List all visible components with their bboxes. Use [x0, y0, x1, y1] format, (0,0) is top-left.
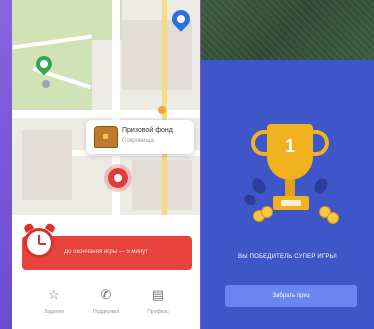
trophy-plate — [281, 200, 301, 206]
map[interactable]: Призовой фонд Сокровища — [12, 0, 200, 215]
map-game-screen: Призовой фонд Сокровища До окончания игр… — [12, 0, 200, 329]
treasure-chest-icon — [94, 126, 118, 148]
nav-label: Задания — [44, 309, 64, 315]
callout-title: Призовой фонд — [122, 127, 173, 134]
bottom-nav: ☆ Задания ✆ Поддержка ▤ Профиль — [12, 280, 200, 329]
poi-marker[interactable] — [158, 106, 166, 114]
winner-screen: 1 ВЫ ПОБЕДИТЕЛЬ СУПЕР ИГРЫ! Забрать приз — [201, 0, 374, 329]
decoration-leaf — [242, 192, 258, 208]
prize-callout[interactable]: Призовой фонд Сокровища — [86, 120, 194, 154]
map-icon: ▤ — [151, 287, 165, 302]
road — [12, 110, 200, 118]
callout-subtitle: Сокровища — [122, 138, 154, 144]
nav-item-tasks[interactable]: ☆ Задания — [34, 286, 74, 315]
phone-icon: ✆ — [100, 287, 112, 302]
nav-item-support[interactable]: ✆ Поддержка — [86, 286, 126, 315]
alarm-clock-icon — [24, 228, 54, 258]
banner-text: До окончания игры — 5 минут — [64, 249, 148, 255]
trophy-icon: 1 — [267, 124, 313, 180]
star-icon: ☆ — [48, 287, 60, 302]
coin-icon — [327, 212, 339, 224]
background-strip — [0, 0, 12, 329]
building-block — [22, 130, 72, 200]
winner-title: ВЫ ПОБЕДИТЕЛЬ СУПЕР ИГРЫ! — [238, 254, 337, 260]
poi-marker[interactable] — [42, 80, 50, 88]
claim-prize-button[interactable]: Забрать приз — [225, 285, 357, 307]
park-area — [12, 0, 92, 110]
nav-label: Поддержка — [92, 309, 120, 315]
player-location-pin-icon[interactable] — [108, 168, 128, 188]
decoration-leaf — [311, 176, 331, 196]
nav-item-profile[interactable]: ▤ Профиль — [138, 286, 178, 315]
coin-icon — [261, 206, 273, 218]
decoration-leaf — [249, 176, 269, 196]
nav-label: Профиль — [147, 309, 169, 315]
map-preview — [201, 0, 374, 60]
trophy-number: 1 — [284, 136, 295, 156]
